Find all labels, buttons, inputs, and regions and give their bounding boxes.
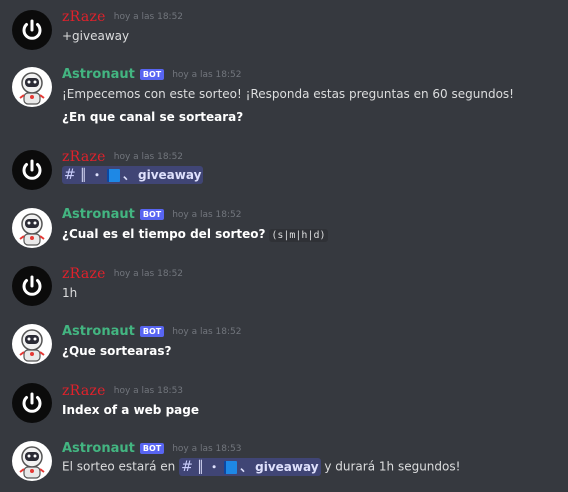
author-name[interactable]: Astronaut	[62, 324, 135, 340]
channel-name: giveaway	[255, 459, 319, 474]
message-text: El sorteo estará en # ║ ・ 、 giveaway y d…	[62, 458, 460, 476]
author-name[interactable]: zRaze	[62, 266, 106, 282]
inline-code: (s|m|h|d)	[269, 229, 328, 242]
astronaut-icon	[19, 72, 45, 105]
author-name[interactable]: zRaze	[62, 149, 106, 165]
bot-badge: BOT	[139, 442, 165, 454]
author-name[interactable]: Astronaut	[62, 207, 135, 223]
author-name[interactable]: Astronaut	[62, 441, 135, 457]
power-icon	[22, 275, 42, 296]
message-text: +giveaway	[62, 29, 130, 43]
hash-icon: #	[181, 458, 193, 475]
astronaut-icon	[19, 446, 45, 479]
channel-mention[interactable]: # ║ ・ 、 giveaway	[62, 166, 204, 184]
channel-mention[interactable]: # ║ ・ 、 giveaway	[179, 458, 321, 476]
timestamp: hoy a las 18:52	[172, 327, 242, 337]
message-text: ¡Empecemos con este sorteo! ¡Responda es…	[62, 87, 514, 101]
hash-icon: #	[64, 166, 76, 183]
power-icon	[22, 392, 42, 413]
channel-name: giveaway	[138, 167, 202, 182]
bot-badge: BOT	[139, 68, 165, 80]
astronaut-icon	[19, 329, 45, 362]
power-icon	[22, 19, 42, 40]
author-name[interactable]: Astronaut	[62, 67, 135, 83]
blue-book-icon	[224, 460, 238, 474]
comma: 、	[240, 459, 253, 474]
message-suffix: y durará 1h segundos!	[324, 459, 461, 474]
author-name[interactable]: zRaze	[62, 9, 106, 25]
comma: 、	[122, 167, 135, 182]
astronaut-icon	[19, 213, 45, 246]
timestamp: hoy a las 18:52	[113, 269, 184, 279]
zraze-avatar[interactable]	[12, 150, 52, 190]
message-prefix: El sorteo estará en	[62, 459, 176, 474]
timestamp: hoy a las 18:52	[113, 152, 184, 162]
timestamp: hoy a las 18:52	[113, 12, 184, 22]
timestamp: hoy a las 18:52	[172, 210, 242, 220]
blue-book-icon	[106, 168, 120, 182]
timestamp: hoy a las 18:52	[172, 70, 242, 80]
timestamp: hoy a las 18:53	[172, 444, 242, 454]
power-icon	[22, 159, 42, 180]
bot-badge: BOT	[139, 325, 165, 337]
zraze-avatar[interactable]	[12, 10, 52, 50]
astronaut-avatar[interactable]	[12, 441, 52, 481]
message-question: ¿En que canal se sorteara?	[62, 110, 244, 124]
dot: ・	[90, 167, 103, 182]
astronaut-avatar[interactable]	[12, 67, 52, 107]
dot: ・	[208, 459, 221, 474]
author-name[interactable]: zRaze	[62, 383, 106, 399]
separator: ║	[79, 167, 87, 182]
astronaut-avatar[interactable]	[12, 324, 52, 364]
message-text: Index of a web page	[62, 403, 199, 417]
timestamp: hoy a las 18:53	[113, 386, 184, 396]
message-question: ¿Que sortearas?	[62, 344, 172, 358]
zraze-avatar[interactable]	[12, 383, 52, 423]
astronaut-avatar[interactable]	[12, 208, 52, 248]
message-question: ¿Cual es el tiempo del sorteo?	[62, 227, 266, 241]
message-text: 1h	[62, 286, 78, 300]
message-text: # ║ ・ 、 giveaway	[62, 166, 204, 184]
zraze-avatar[interactable]	[12, 266, 52, 306]
message-text: ¿Cual es el tiempo del sorteo? (s|m|h|d)	[62, 226, 328, 244]
separator: ║	[196, 459, 205, 474]
bot-badge: BOT	[139, 208, 165, 220]
